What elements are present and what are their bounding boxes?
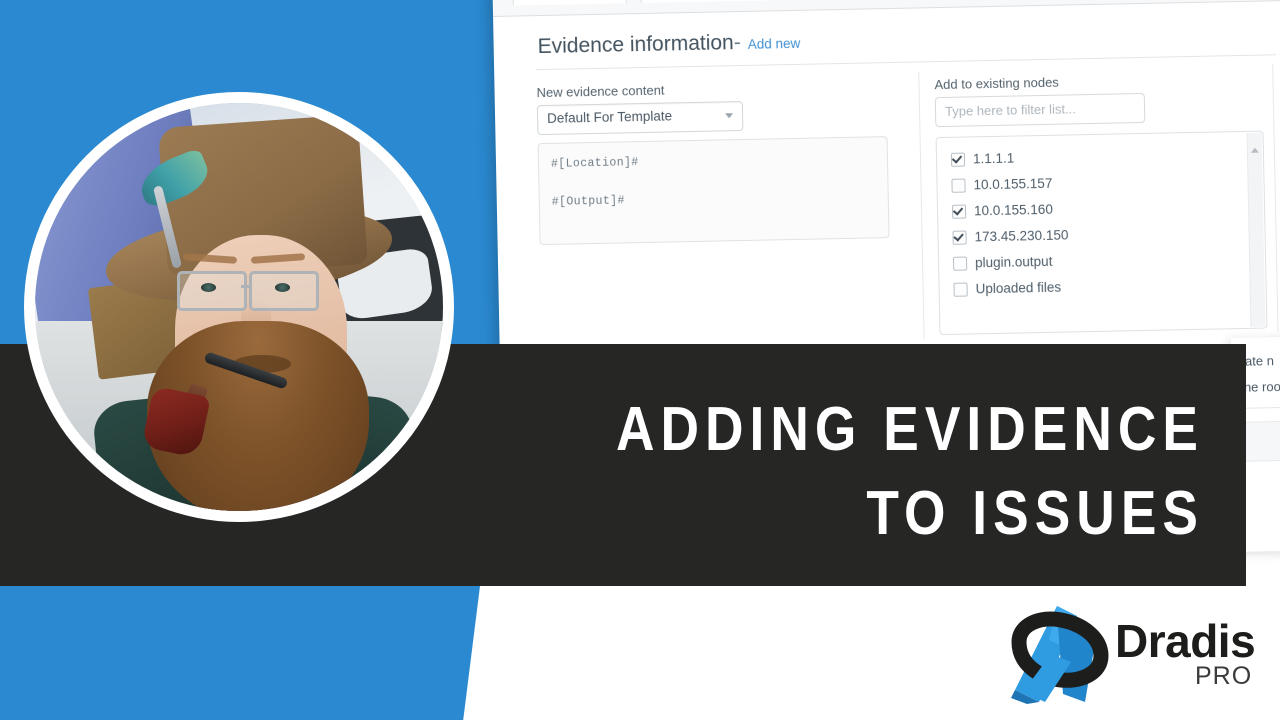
- chevron-down-icon: [725, 113, 734, 119]
- photo-eye-right: [275, 283, 290, 292]
- avatar-photo: [35, 103, 443, 511]
- page-title-separator: -: [733, 31, 741, 55]
- tab-information[interactable]: Information: [512, 0, 627, 6]
- slide-canvas: Information Evidence 0: [0, 0, 1280, 720]
- background-blue-panel-bottom: [0, 586, 480, 720]
- evidence-content-line-1: #[Location]#: [550, 156, 639, 171]
- node-checkbox[interactable]: [951, 178, 966, 193]
- page-title: Evidence information- Add new: [537, 30, 800, 59]
- node-checkbox[interactable]: [951, 204, 967, 219]
- slide-title-line-2: TO ISSUES: [866, 479, 1204, 548]
- node-label: 173.45.230.150: [974, 227, 1069, 245]
- photo-glasses-bridge: [241, 285, 251, 288]
- node-list-item[interactable]: Uploaded files: [953, 280, 1061, 297]
- node-list-item[interactable]: 1.1.1.1: [950, 150, 1015, 167]
- app-screenshot: Information Evidence 0: [492, 0, 1280, 384]
- node-filter-input[interactable]: Type here to filter list...: [934, 92, 1146, 128]
- node-list-item[interactable]: 10.0.155.157: [951, 176, 1052, 193]
- evidence-content-line-2: #[Output]#: [551, 194, 625, 209]
- slide-title: ADDING EVIDENCE TO ISSUES: [499, 388, 1204, 556]
- node-label: 1.1.1.1: [972, 150, 1015, 167]
- node-label: plugin.output: [974, 253, 1053, 271]
- tab-evidence[interactable]: Evidence 0: [640, 0, 773, 4]
- node-checkbox[interactable]: [952, 230, 967, 245]
- node-list-scrollbar[interactable]: [1246, 132, 1266, 327]
- node-checkbox[interactable]: [950, 152, 966, 167]
- evidence-content-textarea[interactable]: #[Location]# #[Output]#: [537, 136, 890, 246]
- node-checkbox[interactable]: [952, 256, 968, 271]
- tab-bar: Information Evidence 0: [492, 0, 1280, 17]
- node-list-item[interactable]: 173.45.230.150: [952, 227, 1069, 245]
- page-title-text: Evidence information: [537, 31, 734, 59]
- column-divider-left: [918, 71, 925, 340]
- dradis-logo-mark: [1005, 606, 1115, 710]
- node-filter-placeholder: Type here to filter list...: [944, 101, 1076, 119]
- node-label: 10.0.155.160: [973, 201, 1054, 219]
- add-to-existing-nodes-label: Add to existing nodes: [934, 74, 1059, 93]
- node-label: 10.0.155.157: [973, 175, 1053, 193]
- template-select[interactable]: Default For Template: [536, 100, 744, 136]
- avatar: [24, 92, 454, 522]
- photo-eye-left: [201, 283, 216, 292]
- node-list[interactable]: 1.1.1.1 10.0.155.157 10.0.155.160 173.45…: [935, 130, 1268, 336]
- dradis-logo-edition: PRO: [1195, 662, 1253, 690]
- dradis-logo: Dradis PRO: [1005, 602, 1273, 706]
- node-list-item[interactable]: plugin.output: [952, 253, 1053, 271]
- new-evidence-content-label: New evidence content: [536, 82, 665, 101]
- node-checkbox[interactable]: [953, 282, 968, 297]
- column-divider-right: [1272, 64, 1279, 333]
- dradis-logo-wordmark: Dradis: [1115, 615, 1256, 667]
- node-list-item[interactable]: 10.0.155.160: [951, 201, 1054, 219]
- template-select-value: Default For Template: [546, 108, 673, 126]
- scroll-up-arrow-icon[interactable]: [1250, 147, 1259, 153]
- add-new-link[interactable]: Add new: [748, 36, 801, 52]
- slide-title-line-1: ADDING EVIDENCE: [615, 395, 1204, 464]
- node-label: Uploaded files: [975, 279, 1062, 297]
